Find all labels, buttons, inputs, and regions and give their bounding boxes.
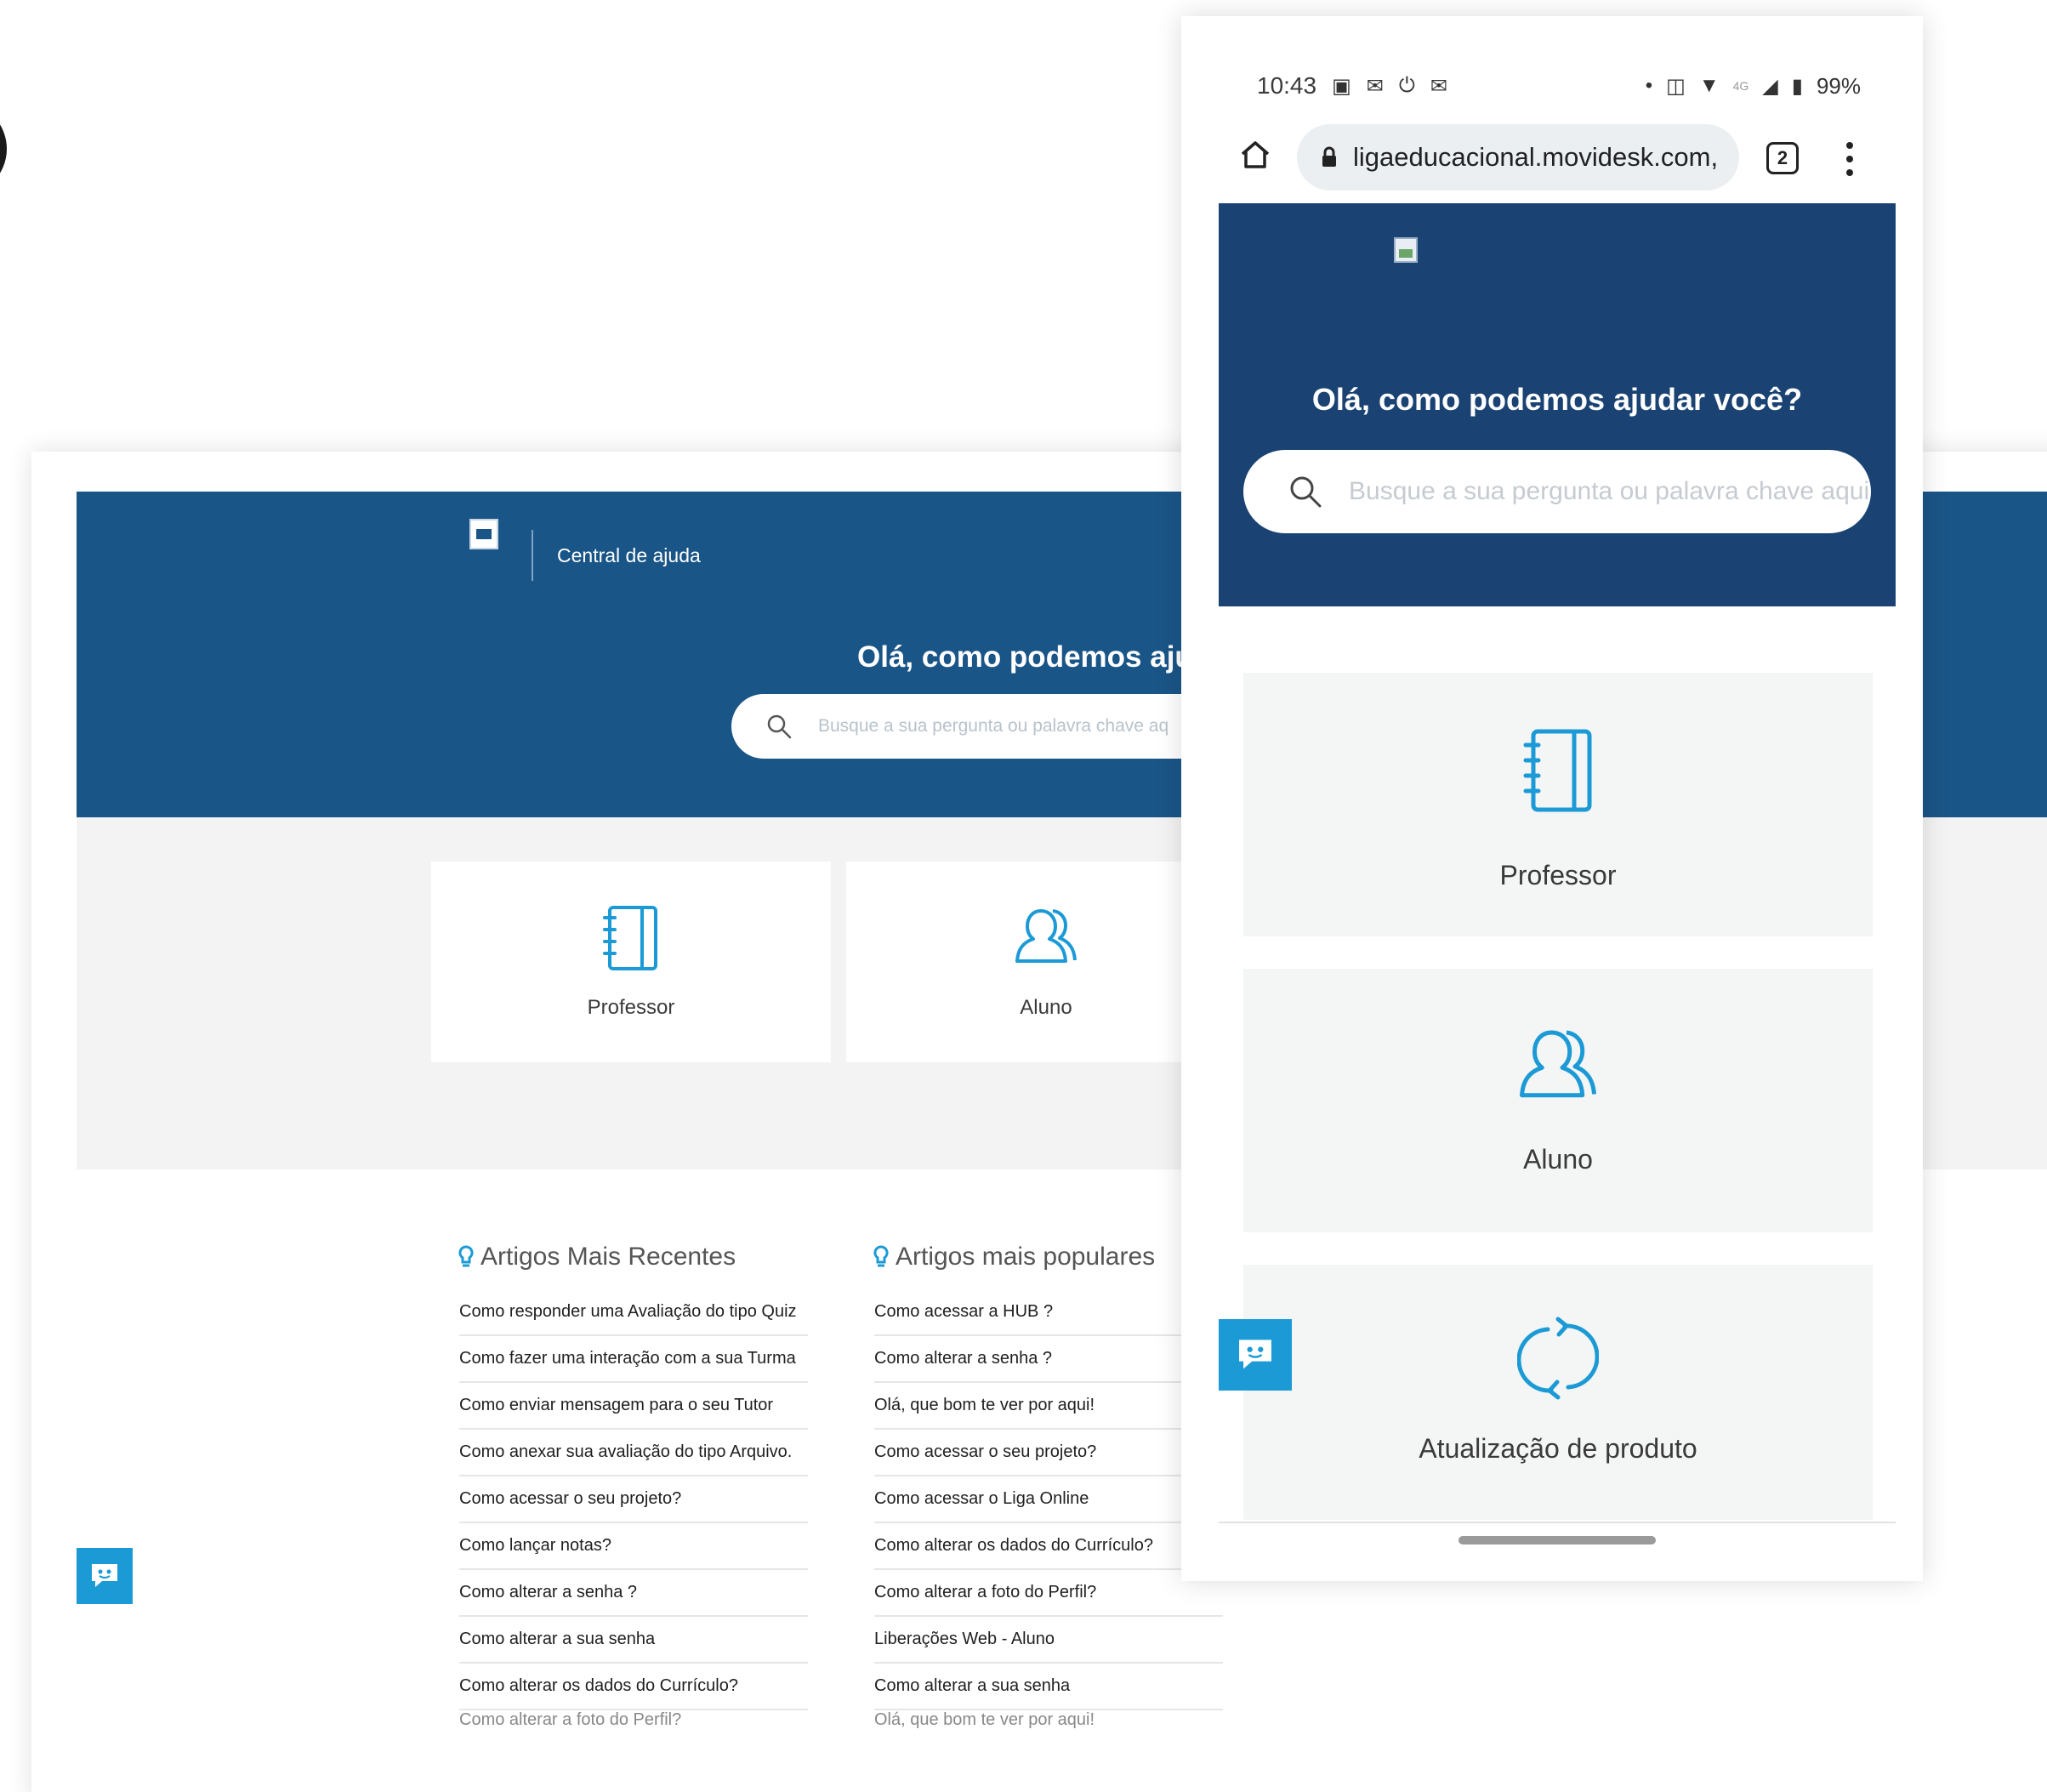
home-icon[interactable]	[1239, 139, 1271, 171]
list-item[interactable]: Como alterar os dados do Currículo?	[874, 1523, 1223, 1570]
decorative-arc	[0, 102, 7, 196]
category-card-aluno[interactable]: Aluno	[1243, 969, 1873, 1232]
chat-button[interactable]	[1219, 1319, 1292, 1391]
facebook-icon: ▣	[1332, 74, 1351, 98]
list-item[interactable]: Como acessar o seu projeto?	[874, 1430, 1223, 1476]
tab-switcher-button[interactable]: 2	[1766, 142, 1799, 174]
category-card-professor[interactable]: Professor	[1243, 673, 1873, 936]
category-card-atualizacao[interactable]: Atualização de produto	[1243, 1265, 1873, 1520]
help-center-label[interactable]: Central de ajuda	[557, 544, 701, 567]
notification-icon: ⏻	[1398, 74, 1415, 97]
header-divider	[532, 530, 533, 581]
chat-button[interactable]	[77, 1548, 133, 1604]
list-item[interactable]: Olá, que bom te ver por aqui!	[874, 1710, 1223, 1732]
broken-image-icon	[1394, 237, 1418, 263]
list-item[interactable]: Como acessar a HUB ?	[874, 1289, 1223, 1336]
recent-articles-heading: Artigos Mais Recentes	[458, 1243, 736, 1271]
gesture-handle[interactable]	[1458, 1536, 1656, 1545]
recent-articles-title: Artigos Mais Recentes	[480, 1243, 736, 1271]
search-icon	[767, 714, 792, 739]
search-icon	[1290, 476, 1322, 508]
recent-articles-list: Como responder uma Avaliação do tipo Qui…	[459, 1289, 808, 1732]
dot-icon: •	[1645, 74, 1653, 97]
lock-icon	[1322, 146, 1336, 167]
status-right: • ◫ ▼ 4G ◢ ▮ 99%	[1646, 73, 1861, 100]
list-item[interactable]: Como responder uma Avaliação do tipo Qui…	[459, 1289, 808, 1336]
battery-icon: ▮	[1791, 74, 1803, 98]
gmail-icon: ✉	[1366, 74, 1384, 98]
list-item[interactable]: Como fazer uma interação com a sua Turma	[459, 1336, 808, 1383]
users-icon	[1520, 1030, 1596, 1098]
list-item[interactable]: Como acessar o seu projeto?	[459, 1476, 808, 1523]
chat-icon	[1239, 1340, 1271, 1369]
chat-icon	[92, 1564, 117, 1587]
lightbulb-icon	[873, 1245, 889, 1267]
battery-level: 99%	[1816, 72, 1861, 99]
gmail-icon: ✉	[1430, 74, 1447, 98]
list-item[interactable]: Como alterar a sua senha	[459, 1617, 808, 1664]
list-item[interactable]: Como anexar sua avaliação do tipo Arquiv…	[459, 1430, 808, 1476]
bottom-divider	[1219, 1522, 1896, 1523]
category-label: Professor	[1499, 860, 1617, 890]
list-item[interactable]: Como acessar o Liga Online	[874, 1476, 1223, 1523]
notebook-icon	[603, 906, 657, 970]
lightbulb-icon	[458, 1245, 474, 1267]
popular-articles-list: Como acessar a HUB ? Como alterar a senh…	[874, 1289, 1223, 1732]
refresh-icon	[1517, 1317, 1599, 1400]
list-item[interactable]: Olá, que bom te ver por aqui!	[874, 1383, 1223, 1430]
list-item[interactable]: Como enviar mensagem para o seu Tutor	[459, 1383, 808, 1430]
category-card-professor[interactable]: Professor	[431, 862, 831, 1062]
wifi-icon: ▼	[1698, 74, 1720, 97]
hero-title: Olá, como podemos ajudar você?	[1311, 382, 1803, 417]
url-bar[interactable]: ligaeducacional.movidesk.com,	[1297, 124, 1739, 191]
category-label: Aluno	[1523, 1144, 1593, 1175]
signal-icon: ◢	[1762, 74, 1778, 98]
list-item[interactable]: Liberações Web - Aluno	[874, 1617, 1223, 1664]
stage: Central de ajuda Olá, como podemos ajuda…	[0, 0, 2047, 1792]
list-item[interactable]: Como alterar a senha ?	[459, 1570, 808, 1617]
vibrate-icon: ◫	[1666, 74, 1686, 98]
search-placeholder: Busque a sua pergunta ou palavra chave a…	[1349, 477, 1870, 505]
list-item[interactable]: Como alterar a sua senha	[874, 1664, 1223, 1710]
list-item[interactable]: Como lançar notas?	[459, 1523, 808, 1570]
category-label: Professor	[587, 996, 675, 1019]
more-menu-icon[interactable]	[1846, 142, 1853, 176]
notebook-icon	[1523, 729, 1592, 812]
list-item[interactable]: Como alterar a senha ?	[874, 1336, 1223, 1383]
status-bar: 10:43 ▣ ✉ ⏻ ✉ • ◫ ▼ 4G ◢ ▮ 99%	[1257, 69, 1861, 103]
url-text: ligaeducacional.movidesk.com,	[1353, 142, 1719, 172]
search-placeholder: Busque a sua pergunta ou palavra chave a…	[818, 716, 1169, 736]
list-item[interactable]: Como alterar os dados do Currículo?	[459, 1664, 808, 1710]
hero-banner: Olá, como podemos ajudar você? Busque a …	[1219, 203, 1896, 606]
search-input[interactable]: Busque a sua pergunta ou palavra chave a…	[1243, 450, 1871, 533]
list-item[interactable]: Como alterar a foto do Perfil?	[459, 1710, 808, 1732]
mobile-screenshot: 10:43 ▣ ✉ ⏻ ✉ • ◫ ▼ 4G ◢ ▮ 99% ligaeduca…	[1181, 16, 1923, 1581]
logo-image-icon[interactable]	[469, 519, 498, 549]
list-item[interactable]: Como alterar a foto do Perfil?	[874, 1570, 1223, 1617]
category-label: Atualização de produto	[1419, 1433, 1697, 1464]
popular-articles-heading: Artigos mais populares	[873, 1243, 1155, 1271]
users-icon	[1015, 909, 1077, 963]
status-time: 10:43	[1257, 72, 1317, 99]
network-label: 4G	[1732, 79, 1749, 93]
popular-articles-title: Artigos mais populares	[896, 1243, 1156, 1271]
